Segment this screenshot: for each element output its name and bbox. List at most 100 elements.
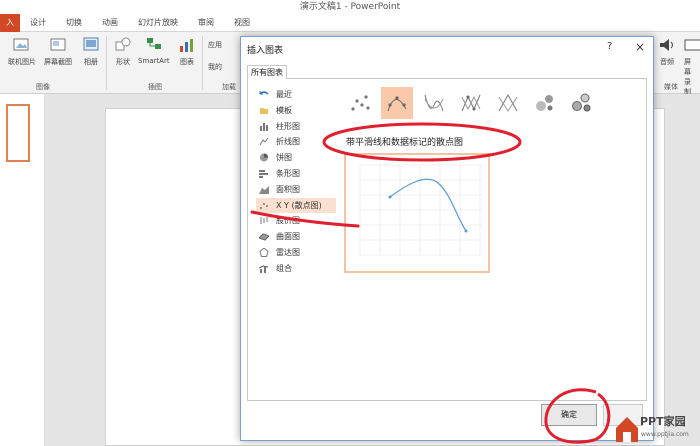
line-chart-icon: [259, 138, 269, 146]
area-chart-icon: [259, 185, 269, 194]
tab-slideshow[interactable]: 幻灯片放映: [128, 14, 188, 32]
tab-design[interactable]: 设计: [20, 14, 56, 32]
category-radar[interactable]: 雷达图: [256, 245, 336, 260]
category-label: 饼图: [276, 153, 292, 163]
apps-button[interactable]: 应用: [208, 40, 222, 50]
house-icon: [616, 417, 638, 442]
ribbon-tabs: 入 设计 切换 动画 幻灯片放映 审阅 视图: [0, 14, 700, 32]
category-template[interactable]: 模板: [256, 103, 336, 118]
my-apps-label: 我的: [208, 63, 222, 71]
pie-chart-icon: [260, 153, 268, 162]
ribbon-separator: [106, 36, 107, 90]
category-label: 股价图: [276, 216, 300, 226]
chart-preview[interactable]: [344, 153, 490, 273]
category-recent[interactable]: 最近: [256, 87, 336, 102]
stock-chart-icon: [260, 217, 268, 225]
category-combo[interactable]: 组合: [256, 261, 336, 276]
dialog-title: 插入图表: [247, 46, 284, 56]
recent-icon: [259, 91, 269, 95]
insert-chart-dialog: 插入图表 ? × 所有图表 最近 模板 柱形图 折线图 饼图 条形图 面积图 X…: [240, 36, 654, 441]
scatter-icon: [351, 95, 370, 111]
album-label: 相册: [84, 58, 98, 66]
watermark-brand: PPT家园: [640, 415, 686, 428]
screen-record-icon: [684, 39, 700, 51]
category-label: 雷达图: [276, 247, 300, 257]
tab-all-charts[interactable]: 所有图表: [247, 65, 287, 79]
bubble-icon: [536, 95, 553, 111]
audio-label: 音频: [660, 58, 674, 66]
screenshot-button[interactable]: 屏幕截图: [44, 36, 72, 67]
category-label: 面积图: [276, 184, 300, 194]
chart-label: 图表: [180, 58, 194, 66]
scatter-straight-markers-icon: [461, 94, 481, 112]
group-media-label: 媒体: [664, 83, 678, 91]
apps-label: 应用: [208, 41, 222, 49]
screenshot-label: 屏幕截图: [44, 58, 72, 66]
category-label: 条形图: [276, 168, 300, 178]
window-title: 演示文稿1 - PowerPoint: [0, 0, 700, 14]
smartart-button[interactable]: SmartArt: [138, 36, 170, 65]
ok-button[interactable]: 确定: [541, 404, 597, 426]
preview-title: 带平滑线和数据标记的散点图: [346, 138, 464, 148]
group-addins-label: 加载: [222, 83, 236, 91]
subtype-scatter-straight-markers[interactable]: [455, 87, 487, 119]
subtype-bubble-3d[interactable]: [566, 87, 598, 119]
category-bar[interactable]: 条形图: [256, 166, 336, 181]
template-icon: [260, 107, 268, 114]
smartart-label: SmartArt: [138, 57, 170, 65]
scatter-smooth-icon: [424, 94, 444, 112]
close-button[interactable]: ×: [635, 40, 645, 54]
tab-review[interactable]: 审阅: [188, 14, 224, 32]
watermark-url: www.pptjia.com: [641, 431, 689, 438]
album-button[interactable]: 相册: [82, 36, 100, 67]
category-column[interactable]: 柱形图: [256, 119, 336, 134]
category-label: 最近: [276, 90, 292, 99]
subtype-scatter-smooth[interactable]: [418, 87, 450, 119]
category-label: 柱形图: [276, 121, 300, 131]
preview-chart-graphic: [359, 164, 482, 256]
category-stock[interactable]: 股价图: [256, 213, 336, 228]
group-images-label: 图像: [36, 83, 50, 91]
surface-chart-icon: [259, 233, 269, 241]
slide-thumbnail[interactable]: [6, 104, 30, 162]
speaker-icon: [660, 39, 673, 51]
subtype-scatter-smooth-markers[interactable]: [381, 87, 413, 119]
chart-subtype-bar: [344, 87, 598, 119]
category-label: 模板: [276, 105, 292, 115]
category-label: 组合: [276, 263, 292, 273]
online-picture-icon: [13, 38, 29, 51]
category-pie[interactable]: 饼图: [256, 150, 336, 165]
slide-thumbnail-pane: [0, 94, 45, 446]
album-icon: [83, 37, 99, 51]
tab-insert[interactable]: 入: [0, 14, 20, 32]
category-line[interactable]: 折线图: [256, 134, 336, 149]
subtype-scatter[interactable]: [344, 87, 376, 119]
screenshot-icon: [50, 38, 66, 51]
subtype-bubble[interactable]: [529, 87, 561, 119]
subtype-scatter-straight[interactable]: [492, 87, 524, 119]
screen-record-label: 屏幕录制: [684, 58, 691, 96]
shapes-button[interactable]: 形状: [114, 36, 132, 67]
bubble-3d-icon: [572, 93, 591, 112]
scatter-smooth-markers-icon: [387, 96, 407, 112]
category-area[interactable]: 面积图: [256, 182, 336, 197]
audio-button[interactable]: 音频: [658, 36, 676, 67]
scatter-straight-icon: [498, 93, 518, 112]
tab-view[interactable]: 视图: [224, 14, 260, 32]
bar-chart-icon: [259, 169, 268, 178]
dialog-content: 最近 模板 柱形图 折线图 饼图 条形图 面积图 X Y (散点图) 股价图 曲…: [247, 79, 647, 401]
tab-transitions[interactable]: 切换: [56, 14, 92, 32]
category-xy-scatter[interactable]: X Y (散点图): [256, 197, 336, 213]
category-label: 曲面图: [276, 232, 300, 242]
tab-animations[interactable]: 动画: [92, 14, 128, 32]
ribbon-separator: [202, 36, 203, 90]
category-surface[interactable]: 曲面图: [256, 229, 336, 244]
help-button[interactable]: ?: [607, 41, 612, 52]
online-picture-button[interactable]: 联机图片: [8, 36, 36, 67]
chart-button[interactable]: 图表: [178, 36, 196, 67]
shapes-icon: [115, 37, 131, 51]
smartart-icon: [146, 38, 161, 49]
screen-record-button[interactable]: 屏幕录制: [684, 36, 700, 97]
shapes-label: 形状: [116, 58, 130, 66]
my-apps-button[interactable]: 我的: [208, 62, 222, 72]
